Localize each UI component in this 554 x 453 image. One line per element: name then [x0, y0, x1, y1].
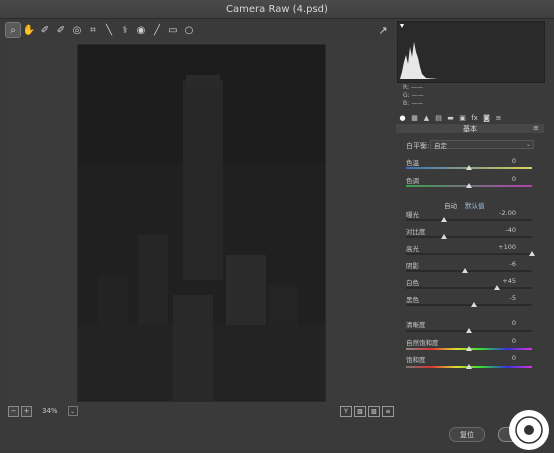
tab-split-toning-icon[interactable]: ▬: [446, 113, 455, 122]
watermark-logo: [509, 410, 549, 450]
zoom-out-button[interactable]: −: [8, 405, 19, 417]
rgb-readout: R: —— G: —— B: ——: [403, 84, 424, 108]
reset-button[interactable]: 复位: [449, 427, 485, 442]
exposure-slider-track[interactable]: [406, 219, 532, 221]
white-balance-select[interactable]: 自定 ⌄: [430, 140, 534, 150]
tint-slider-thumb[interactable]: [466, 183, 472, 188]
radial-filter-tool-icon[interactable]: ○: [182, 23, 196, 37]
vibrance-label: 自然饱和度: [406, 339, 439, 347]
g-value: ——: [411, 92, 424, 99]
chevron-down-icon: ⌄: [525, 141, 531, 148]
zoom-dropdown-chevron-icon[interactable]: ⌄: [67, 406, 78, 416]
color-sampler-tool-icon[interactable]: ✐: [54, 23, 68, 37]
temp-value[interactable]: 0: [476, 157, 516, 165]
photo-preview[interactable]: [77, 44, 326, 402]
contrast-label: 对比度: [406, 228, 426, 236]
contrast-slider-thumb[interactable]: [440, 234, 447, 239]
preview-settings-button[interactable]: ≡: [382, 406, 394, 417]
shadows-slider-thumb[interactable]: [462, 268, 469, 273]
targeted-adjustment-tool-icon[interactable]: ◎: [70, 23, 84, 37]
window-title: Camera Raw (4.psd): [226, 3, 328, 15]
zoom-level[interactable]: 34%: [42, 407, 58, 415]
highlights-value[interactable]: +100: [476, 243, 516, 251]
exposure-label: 曝光: [406, 211, 419, 219]
saturation-slider-thumb[interactable]: [466, 364, 472, 369]
blacks-slider-track[interactable]: [406, 304, 532, 306]
tab-lens-corrections-icon[interactable]: ▣: [458, 113, 467, 122]
tool-bar: ⌕ ✋ ✐ ✐ ◎ ⌗ ╲ ⚕ ◉ ╱ ▭ ○: [5, 20, 392, 40]
open-preferences-icon[interactable]: ↗: [376, 23, 390, 37]
temp-label: 色温: [406, 159, 419, 167]
highlights-label: 高光: [406, 245, 419, 253]
auto-link[interactable]: 自动: [444, 200, 457, 210]
exposure-slider-thumb[interactable]: [440, 217, 447, 222]
clarity-label: 清晰度: [406, 321, 426, 329]
red-eye-tool-icon[interactable]: ◉: [134, 23, 148, 37]
crop-tool-icon[interactable]: ⌗: [86, 23, 100, 37]
before-after-y-button[interactable]: Y: [340, 406, 352, 417]
tab-detail-icon[interactable]: ▲: [422, 113, 431, 122]
blacks-label: 黑色: [406, 296, 419, 304]
b-label: B:: [403, 100, 410, 107]
whites-slider-thumb[interactable]: [493, 285, 500, 290]
blacks-slider-thumb[interactable]: [471, 302, 478, 307]
spot-removal-tool-icon[interactable]: ⚕: [118, 23, 132, 37]
white-balance-label: 白平衡:: [406, 142, 430, 150]
zoom-tool-icon[interactable]: ⌕: [5, 22, 21, 38]
straighten-tool-icon[interactable]: ╲: [102, 23, 116, 37]
section-menu-icon[interactable]: ≡: [533, 124, 539, 132]
view-mode-buttons: Y ▧ ▨ ≡: [340, 406, 394, 417]
clarity-slider-thumb[interactable]: [466, 328, 472, 333]
canvas-bottom-bar: − + 34% ⌄: [8, 404, 394, 418]
saturation-value[interactable]: 0: [476, 354, 516, 362]
tab-camera-calibration-icon[interactable]: ◙: [482, 113, 491, 122]
basic-section-header: 基本: [396, 124, 544, 133]
city-skyline-image: [78, 45, 325, 401]
before-after-copy-button[interactable]: ▨: [368, 406, 380, 417]
contrast-value[interactable]: -40: [476, 226, 516, 234]
white-balance-value: 自定: [434, 141, 447, 150]
blacks-value[interactable]: -5: [476, 294, 516, 302]
panel-tabs: ● ▦ ▲ ▤ ▬ ▣ fx ◙ ≡: [398, 112, 543, 123]
before-after-swap-button[interactable]: ▧: [354, 406, 366, 417]
temp-slider-thumb[interactable]: [466, 165, 472, 170]
tab-presets-icon[interactable]: ≡: [494, 113, 503, 122]
r-label: R:: [403, 84, 410, 91]
hand-tool-icon[interactable]: ✋: [22, 23, 36, 37]
shadows-slider-track[interactable]: [406, 270, 532, 272]
shadows-value[interactable]: -6: [476, 260, 516, 268]
exposure-value[interactable]: -2.00: [476, 209, 516, 217]
whites-slider-track[interactable]: [406, 287, 532, 289]
highlights-slider-track[interactable]: [406, 253, 532, 255]
vibrance-value[interactable]: 0: [476, 337, 516, 345]
section-title: 基本: [463, 124, 477, 133]
whites-label: 白色: [406, 279, 419, 287]
auto-default-row: 自动 默认值: [444, 200, 485, 210]
tab-tone-curve-icon[interactable]: ▦: [410, 113, 419, 122]
tint-label: 色调: [406, 177, 419, 185]
default-link[interactable]: 默认值: [465, 200, 485, 210]
saturation-label: 饱和度: [406, 356, 426, 364]
vibrance-slider-thumb[interactable]: [466, 346, 472, 351]
window-title-bar: Camera Raw (4.psd): [0, 0, 554, 19]
b-value: ——: [411, 100, 424, 107]
shadows-label: 阴影: [406, 262, 419, 270]
clarity-value[interactable]: 0: [476, 319, 516, 327]
zoom-in-button[interactable]: +: [21, 405, 32, 417]
whites-value[interactable]: +45: [476, 277, 516, 285]
graduated-filter-tool-icon[interactable]: ▭: [166, 23, 180, 37]
tab-basic-icon[interactable]: ●: [398, 113, 407, 122]
histogram: [397, 21, 545, 83]
highlights-slider-thumb[interactable]: [529, 251, 535, 256]
contrast-slider-track[interactable]: [406, 236, 532, 238]
tab-effects-icon[interactable]: fx: [470, 113, 479, 122]
tint-value[interactable]: 0: [476, 175, 516, 183]
histogram-graph: [400, 24, 438, 79]
tab-hsl-icon[interactable]: ▤: [434, 113, 443, 122]
r-value: ——: [410, 84, 423, 91]
g-label: G:: [403, 92, 410, 99]
white-balance-tool-icon[interactable]: ✐: [38, 23, 52, 37]
adjustment-brush-tool-icon[interactable]: ╱: [150, 23, 164, 37]
